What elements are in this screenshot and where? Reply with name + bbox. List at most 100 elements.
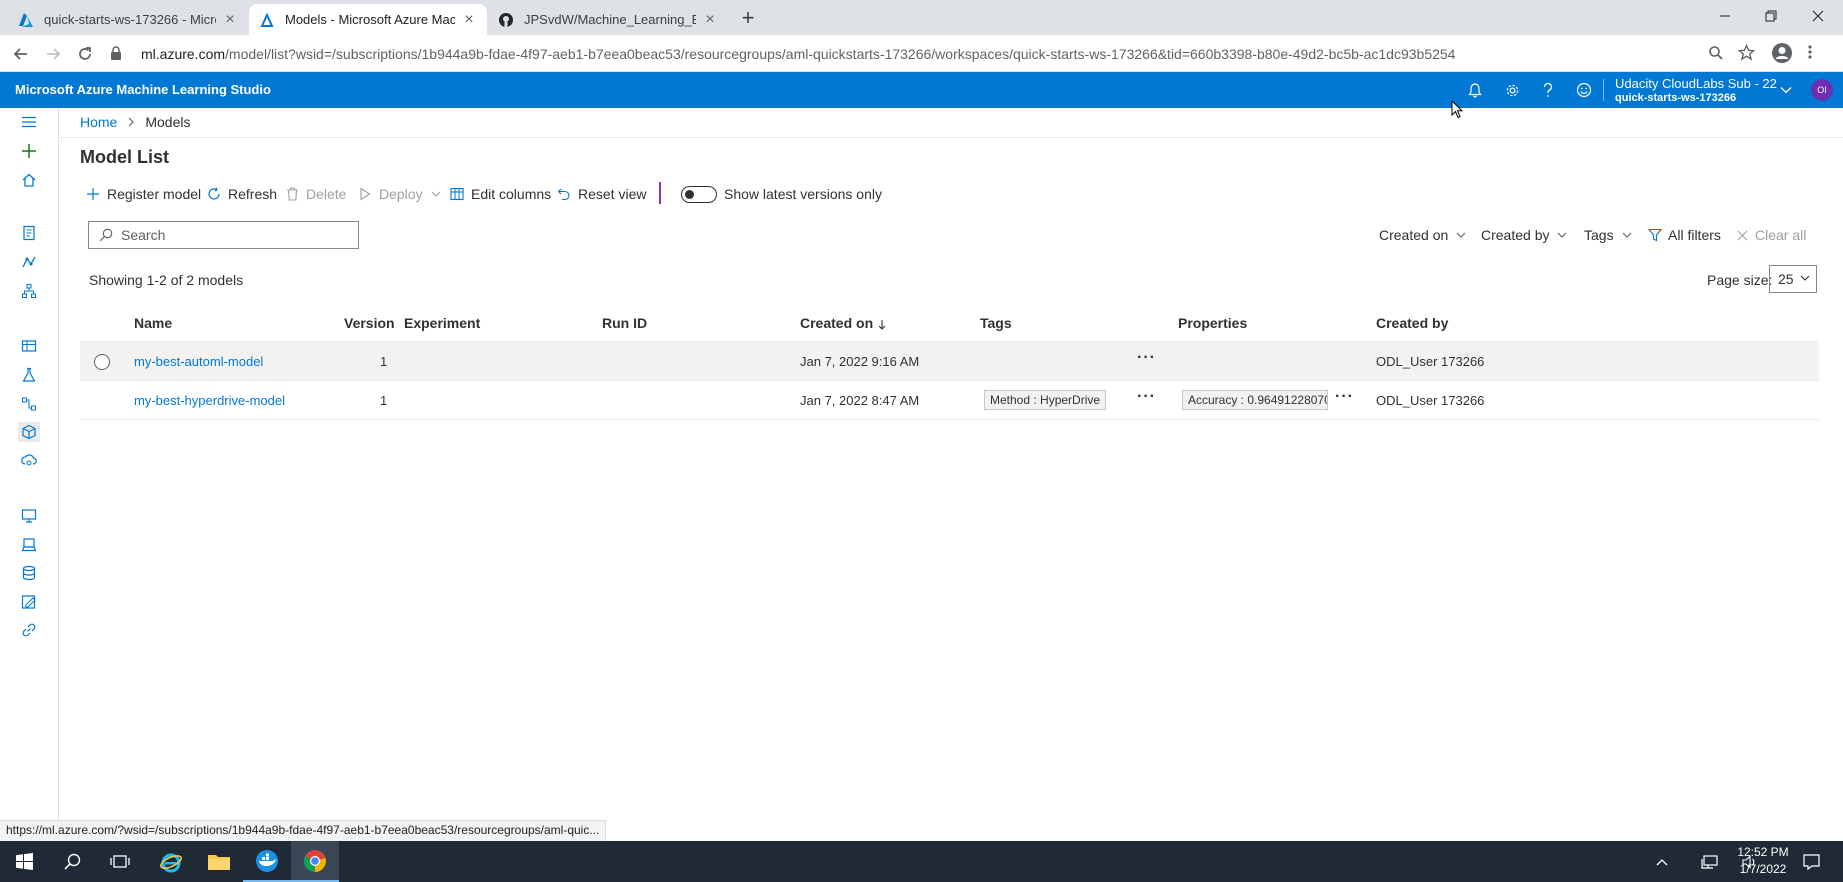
help-icon[interactable] (1536, 78, 1560, 102)
datasets-icon[interactable] (19, 336, 39, 356)
column-header-tags[interactable]: Tags (980, 315, 1012, 331)
edit-columns-button[interactable]: Edit columns (449, 182, 551, 206)
properties-more-icon[interactable]: ··· (1335, 388, 1354, 406)
hamburger-menu-icon[interactable] (19, 112, 39, 132)
restore-icon[interactable] (1748, 0, 1794, 32)
workspace-name[interactable]: quick-starts-ws-173266 (1615, 92, 1736, 104)
column-header-properties[interactable]: Properties (1178, 315, 1247, 331)
close-window-icon[interactable] (1795, 0, 1841, 32)
forward-icon[interactable] (40, 41, 66, 67)
all-filters-button[interactable]: All filters (1648, 227, 1721, 243)
network-icon[interactable] (1688, 841, 1732, 882)
latest-versions-label[interactable]: Show latest versions only (724, 182, 882, 206)
windows-taskbar: 12:52 PM 1/7/2022 (0, 841, 1843, 882)
models-icon[interactable] (18, 422, 40, 442)
close-tab-icon[interactable]: × (461, 11, 477, 28)
column-header-created-on[interactable]: Created on (800, 315, 886, 331)
filter-created-by[interactable]: Created by (1481, 227, 1567, 243)
register-model-label: Register model (107, 186, 202, 202)
linked-services-icon[interactable] (19, 620, 39, 640)
chevron-down-icon (1456, 232, 1466, 238)
model-name-link[interactable]: my-best-hyperdrive-model (134, 393, 285, 408)
compute-icon[interactable] (19, 506, 39, 526)
data-labeling-icon[interactable] (19, 592, 39, 612)
page-title: Model List (80, 147, 169, 167)
close-tab-icon[interactable]: × (702, 11, 718, 28)
reload-icon[interactable] (72, 41, 98, 67)
windows-start-icon[interactable] (0, 841, 48, 882)
column-header-version[interactable]: Version (344, 315, 395, 331)
close-tab-icon[interactable]: × (222, 11, 238, 28)
table-row[interactable]: my-best-automl-model 1 Jan 7, 2022 9:16 … (80, 342, 1819, 381)
delete-label: Delete (306, 186, 347, 202)
bell-icon[interactable] (1463, 78, 1487, 102)
endpoints-icon[interactable] (19, 451, 39, 471)
minimize-icon[interactable] (1702, 0, 1748, 32)
designer-icon[interactable] (19, 281, 39, 301)
docker-whale-icon[interactable] (243, 841, 291, 882)
profile-icon[interactable] (1771, 42, 1793, 64)
column-header-run-id[interactable]: Run ID (602, 315, 647, 331)
taskbar-clock[interactable]: 12:52 PM 1/7/2022 (1733, 844, 1793, 878)
browser-tab-models[interactable]: Models - Microsoft Azure Machin × (249, 4, 487, 35)
chevron-down-icon (431, 191, 441, 197)
experiments-icon[interactable] (19, 365, 39, 385)
internet-explorer-icon[interactable] (147, 841, 195, 882)
chevron-up-icon[interactable] (1640, 841, 1684, 882)
back-icon[interactable] (8, 41, 34, 67)
file-explorer-icon[interactable] (195, 841, 243, 882)
bookmark-star-icon[interactable] (1738, 44, 1755, 61)
feedback-smiley-icon[interactable] (1572, 78, 1596, 102)
table-row[interactable]: my-best-hyperdrive-model 1 Jan 7, 2022 8… (80, 381, 1819, 420)
reset-view-button[interactable]: Reset view (556, 182, 646, 206)
deploy-button[interactable]: Deploy (357, 182, 441, 206)
environments-icon[interactable] (19, 535, 39, 555)
search-box[interactable] (88, 221, 359, 249)
table-header: Name Version Experiment Run ID Created o… (80, 305, 1819, 342)
column-header-experiment[interactable]: Experiment (404, 315, 480, 331)
column-header-created-by[interactable]: Created by (1376, 315, 1448, 331)
notebooks-icon[interactable] (19, 223, 39, 243)
chevron-down-icon[interactable] (1774, 78, 1798, 102)
left-nav (0, 108, 59, 841)
tags-more-icon[interactable]: ··· (1137, 388, 1156, 406)
datastores-icon[interactable] (19, 563, 39, 583)
latest-versions-toggle[interactable] (681, 186, 717, 203)
delete-button[interactable]: Delete (284, 182, 346, 206)
lock-icon (110, 46, 122, 60)
browser-tab-github[interactable]: JPSvdW/Machine_Learning_Engir × (488, 4, 728, 35)
new-tab-button[interactable]: + (737, 7, 759, 30)
register-model-button[interactable]: Register model (85, 182, 201, 206)
page-size-label: Page size: (1707, 272, 1773, 288)
page-size-select[interactable]: 25 (1769, 265, 1817, 293)
clear-all-button[interactable]: Clear all (1737, 227, 1806, 243)
create-new-icon[interactable] (19, 141, 39, 161)
task-view-icon[interactable] (96, 841, 144, 882)
automl-icon[interactable] (19, 252, 39, 272)
subscription-name[interactable]: Udacity CloudLabs Sub - 22 (1615, 76, 1777, 91)
url-bar[interactable]: ml.azure.com/model/list?wsid=/subscripti… (108, 39, 1823, 68)
gear-icon[interactable] (1500, 78, 1524, 102)
zoom-icon[interactable] (1708, 45, 1724, 61)
filter-tags[interactable]: Tags (1584, 227, 1632, 243)
search-icon[interactable] (48, 841, 96, 882)
column-header-name[interactable]: Name (134, 315, 172, 331)
notification-center-icon[interactable] (1789, 841, 1833, 882)
pipelines-icon[interactable] (19, 394, 39, 414)
refresh-button[interactable]: Refresh (206, 182, 277, 206)
browser-tab-workspace[interactable]: quick-starts-ws-173266 - Micros × (8, 4, 248, 35)
home-icon[interactable] (19, 170, 39, 190)
search-input[interactable] (121, 227, 341, 243)
all-filters-label: All filters (1668, 227, 1721, 243)
model-name-link[interactable]: my-best-automl-model (134, 354, 263, 369)
chrome-icon[interactable] (291, 841, 339, 882)
tags-more-icon[interactable]: ··· (1137, 349, 1156, 367)
breadcrumb-home-link[interactable]: Home (80, 114, 117, 130)
tag-chip: Method : HyperDrive (984, 390, 1107, 410)
filter-created-on[interactable]: Created on (1379, 227, 1466, 243)
row-select-radio[interactable] (94, 354, 110, 370)
avatar[interactable]: OI (1811, 79, 1833, 101)
close-icon (1737, 230, 1748, 241)
browser-menu-icon[interactable] (1808, 44, 1812, 60)
app-title[interactable]: Microsoft Azure Machine Learning Studio (15, 82, 271, 97)
